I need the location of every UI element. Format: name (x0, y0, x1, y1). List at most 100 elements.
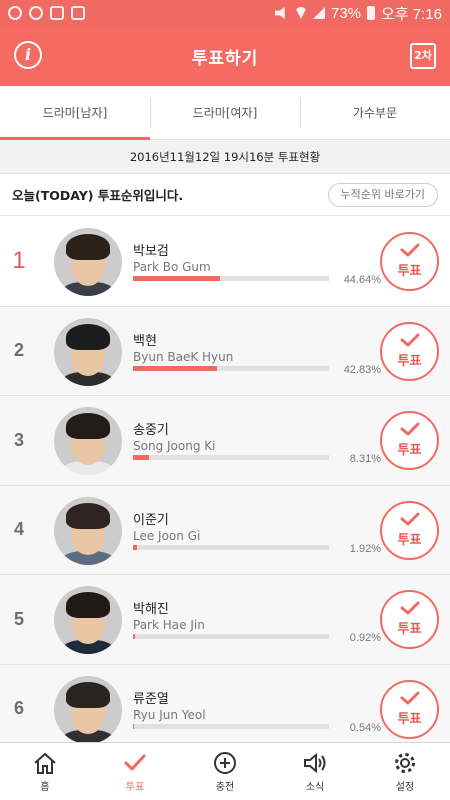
signal-icon (313, 7, 325, 19)
nav-item-gear[interactable]: 설정 (360, 743, 450, 800)
nav-item-label: 소식 (305, 781, 325, 793)
page-title: 투표하기 (191, 48, 259, 69)
candidate-row: 3 송중기 Song Joong Ki 8.31% 투표 (0, 396, 450, 486)
wifi-icon (295, 7, 307, 19)
avatar (54, 317, 122, 386)
vote-progress-bar (133, 365, 329, 371)
vote-button[interactable]: 투표 (380, 590, 439, 649)
avatar (54, 586, 122, 654)
vote-progress-bar (133, 455, 329, 460)
check-icon (400, 243, 419, 257)
nav-item-label: 홈 (40, 781, 50, 793)
check-icon (400, 601, 419, 615)
rank-number: 5 (13, 608, 24, 629)
bottom-navigation: 홈 투표 충전 소식 설정 (0, 742, 450, 800)
candidate-english-name: Ryu Jun Yeol (133, 707, 206, 722)
info-icon[interactable]: i (14, 41, 42, 69)
rank-number: 2 (13, 340, 24, 361)
candidate-english-name: Lee Joon Gi (133, 528, 201, 543)
notification-icons (8, 6, 85, 20)
vote-percent: 0.54% (349, 721, 381, 734)
status-bar: 73% 오후 7:16 (0, 0, 450, 26)
candidate-english-name: Park Hae Jin (133, 618, 205, 632)
vote-percent: 1.92% (349, 542, 381, 555)
vote-button-label: 투표 (397, 622, 422, 637)
vote-status-timestamp: 2016년11월12일 19시16분 투표현황 (0, 140, 450, 174)
vote-percent: 44.64% (343, 274, 381, 286)
candidate-row: 6 류준열 Ryu Jun Yeol 0.54% 투표 (0, 664, 450, 754)
check-icon (400, 333, 419, 346)
rank-number: 6 (13, 698, 24, 719)
tab-drama-female[interactable]: 드라마[여자] (150, 86, 300, 139)
category-tabs: 드라마[남자] 드라마[여자] 가수부문 (0, 86, 450, 140)
nav-item-label: 설정 (395, 781, 415, 793)
vote-button[interactable]: 투표 (380, 411, 439, 470)
clock: 오후 7:16 (381, 5, 442, 23)
candidate-row: 4 이준기 Lee Joon Gi 1.92% 투표 (0, 485, 450, 575)
candidate-name: 박해진 (133, 602, 169, 617)
vote-progress-fill (133, 544, 137, 550)
home-icon (34, 752, 56, 774)
candidate-english-name: Park Bo Gum (133, 260, 211, 274)
tab-drama-male[interactable]: 드라마[남자] (0, 86, 150, 140)
vote-button[interactable]: 투표 (380, 232, 439, 291)
nav-item-label: 투표 (125, 781, 145, 793)
avatar (54, 228, 122, 296)
app-header: i 투표하기 2차 (0, 26, 450, 86)
vote-progress-fill (133, 455, 150, 460)
vote-progress-fill (133, 276, 221, 281)
candidate-name: 류준열 (133, 691, 169, 707)
app-notification-icon (50, 6, 64, 20)
vote-button-label: 투표 (397, 353, 422, 369)
vote-button-label: 투표 (397, 532, 422, 548)
battery-level: 73% (331, 4, 362, 22)
vote-button[interactable]: 투표 (380, 321, 439, 381)
candidate-name: 박보검 (133, 244, 169, 259)
vote-progress-bar (133, 634, 329, 639)
ranking-heading: 오늘(TODAY) 투표순위입니다. (12, 188, 184, 203)
rank-number: 4 (13, 519, 24, 540)
check-icon (400, 422, 419, 436)
app-notification-icon (8, 6, 22, 20)
vote-button-label: 투표 (397, 443, 422, 458)
rank-number: 1 (12, 247, 26, 275)
candidate-english-name: Song Joong Ki (133, 439, 216, 453)
avatar (54, 675, 122, 744)
tab-singer[interactable]: 가수부문 (300, 86, 450, 139)
candidate-row: 5 박해진 Park Hae Jin 0.92% 투표 (0, 575, 450, 665)
vote-button[interactable]: 투표 (380, 500, 439, 560)
vote-progress-fill (133, 365, 217, 371)
candidate-name: 백현 (133, 333, 157, 349)
nav-item-label: 충전 (215, 781, 235, 793)
avatar (54, 407, 122, 475)
candidate-name: 이준기 (133, 512, 169, 528)
nav-item-check[interactable]: 투표 (90, 743, 180, 800)
ranking-header: 오늘(TODAY) 투표순위입니다. 누적순위 바로가기 (0, 174, 450, 216)
vote-progress-fill (133, 634, 135, 639)
rank-number: 3 (13, 429, 24, 450)
round-button[interactable]: 2차 (410, 43, 436, 69)
plus-circle-icon (214, 751, 236, 774)
speaker-icon (304, 752, 326, 773)
cumulative-ranking-button[interactable]: 누적순위 바로가기 (327, 182, 438, 207)
vote-button-label: 투표 (397, 711, 422, 727)
app-notification-icon (29, 6, 43, 20)
mute-icon (275, 7, 285, 19)
nav-item-plus-circle[interactable]: 충전 (180, 743, 270, 800)
check-icon (400, 691, 419, 704)
app-notification-icon (71, 6, 85, 20)
candidate-list: 1 박보검 Park Bo Gum 44.64% 투표 2 백현 Byun BaeK Hyun… (0, 217, 450, 754)
candidate-english-name: Byun BaeK Hyun (133, 349, 234, 364)
nav-item-speaker[interactable]: 소식 (270, 743, 360, 800)
vote-percent: 42.83% (343, 363, 381, 376)
vote-button[interactable]: 투표 (380, 679, 439, 739)
nav-item-home[interactable]: 홈 (0, 743, 90, 800)
check-icon (400, 512, 419, 525)
battery-icon (367, 6, 376, 20)
check-icon (124, 754, 146, 770)
candidate-row: 2 백현 Byun BaeK Hyun 42.83% 투표 (0, 306, 450, 396)
gear-icon (395, 752, 415, 773)
vote-progress-bar (133, 276, 329, 281)
vote-percent: 8.31% (349, 453, 381, 465)
candidate-name: 송중기 (133, 423, 169, 438)
